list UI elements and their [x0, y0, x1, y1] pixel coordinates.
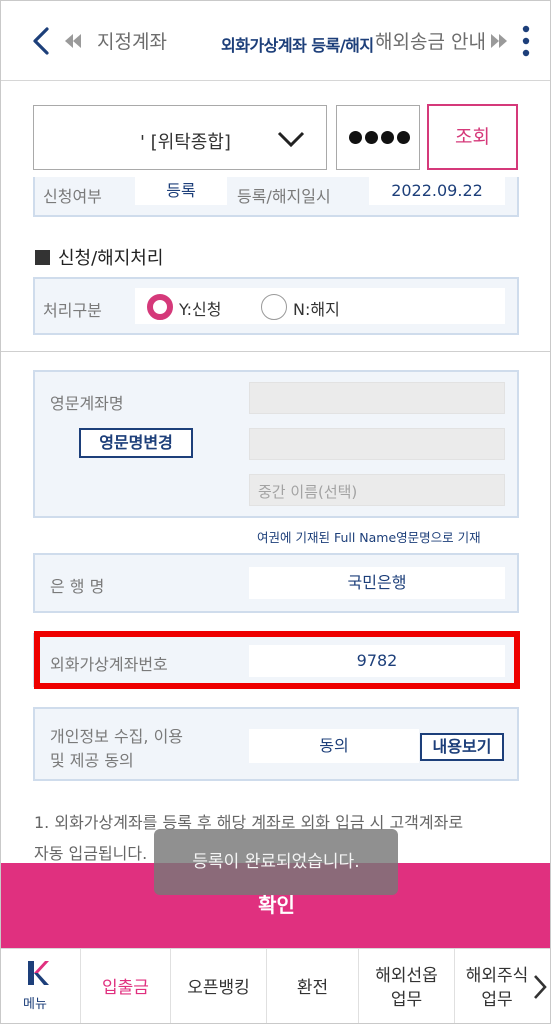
radio-cancel[interactable] — [261, 294, 287, 320]
double-chevron-right-icon[interactable] — [490, 34, 508, 48]
nav-overseas-futures[interactable]: 해외선옵 업무 — [359, 949, 455, 1023]
process-type-label: 처리구분 — [43, 301, 102, 320]
chevron-right-icon[interactable] — [532, 973, 548, 1001]
consent-row: 개인정보 수집, 이용 및 제공 동의 동의 내용보기 — [33, 707, 519, 781]
nav-exchange[interactable]: 환전 — [267, 949, 359, 1023]
consent-value: 동의 — [249, 729, 419, 763]
password-field[interactable] — [336, 105, 420, 170]
menu-button[interactable]: 메뉴 — [1, 949, 81, 1023]
view-consent-button[interactable]: 내용보기 — [420, 733, 504, 761]
double-chevron-left-icon[interactable] — [64, 34, 82, 48]
consent-label-line2: 및 제공 동의 — [50, 751, 134, 770]
tab-fx-virtual-account[interactable]: 외화가상계좌 등록/해지 — [221, 32, 374, 56]
search-button[interactable]: 조회 — [427, 104, 518, 170]
section-title: 신청/해지처리 — [35, 244, 163, 270]
bank-label: 은 행 명 — [50, 577, 105, 596]
screen: 지정계좌 외화가상계좌 등록/해지 해외송금 안내 ' [위탁종합] 조회 신청… — [0, 0, 551, 1024]
account-select-value: ' [위탁종합] — [140, 132, 231, 153]
registration-date-label: 등록/해지일시 — [237, 187, 331, 206]
registration-status: 신청여부 등록 등록/해지일시 2022.09.22 — [33, 177, 519, 217]
nav-open-banking[interactable]: 오픈뱅킹 — [171, 949, 267, 1023]
top-nav: 지정계좌 외화가상계좌 등록/해지 해외송금 안내 — [1, 1, 550, 81]
menu-label: 메뉴 — [23, 997, 47, 1012]
bottom-nav: 메뉴 입출금 오픈뱅킹 환전 해외선옵 업무 해외주식 업무 — [1, 948, 550, 1023]
registration-date-value: 2022.09.22 — [369, 177, 505, 205]
tab-overseas-remittance[interactable]: 해외송금 안내 — [375, 27, 486, 54]
radio-apply-label[interactable]: Y:신청 — [179, 296, 221, 320]
middle-name-placeholder: 중간 이름(선택) — [258, 483, 358, 501]
password-mask — [349, 131, 410, 144]
english-middle-name-field[interactable]: 중간 이름(선택) — [249, 474, 505, 506]
english-first-name-field[interactable] — [249, 382, 505, 414]
back-icon[interactable] — [29, 25, 53, 57]
divider — [1, 351, 550, 352]
chevron-down-icon — [277, 131, 305, 148]
toast-message: 등록이 완료되었습니다. — [154, 829, 398, 895]
change-english-name-button[interactable]: 영문명변경 — [79, 428, 193, 458]
nav-overseas-stocks[interactable]: 해외주식 업무 — [455, 949, 539, 1023]
process-options: Y:신청 N:해지 — [135, 288, 505, 324]
apply-status-value: 등록 — [135, 177, 227, 205]
english-last-name-field[interactable] — [249, 428, 505, 460]
apply-status-label: 신청여부 — [43, 187, 102, 206]
english-name-box: 영문계좌명 영문명변경 중간 이름(선택) — [33, 370, 519, 518]
english-name-note: 여권에 기재된 Full Name영문명으로 기재 — [257, 530, 481, 545]
bank-row: 은 행 명 국민은행 — [33, 553, 519, 613]
english-name-label: 영문계좌명 — [50, 394, 124, 413]
tab-designated-account[interactable]: 지정계좌 — [97, 27, 167, 54]
nav-deposit-withdraw[interactable]: 입출금 — [81, 949, 171, 1023]
radio-apply[interactable] — [147, 294, 173, 320]
process-type-row: 처리구분 Y:신청 N:해지 — [33, 277, 519, 335]
highlight-box — [34, 631, 520, 689]
bank-value: 국민은행 — [249, 567, 505, 599]
more-vertical-icon[interactable] — [519, 23, 533, 59]
consent-label-line1: 개인정보 수집, 이용 — [50, 727, 184, 746]
radio-cancel-label[interactable]: N:해지 — [293, 296, 340, 320]
kb-logo-icon — [28, 961, 49, 985]
account-select[interactable]: ' [위탁종합] — [33, 105, 327, 170]
